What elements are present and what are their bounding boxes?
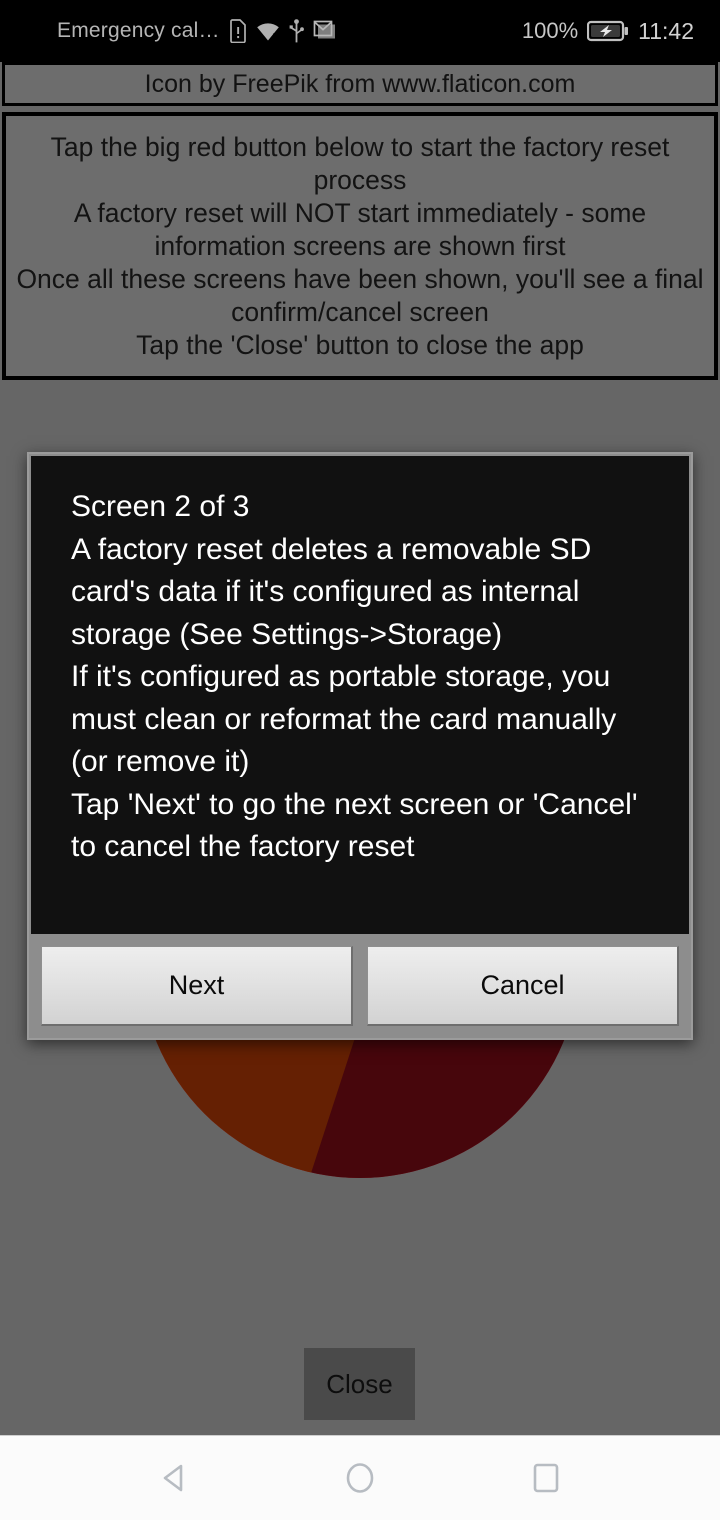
instruction-line: Tap the 'Close' button to close the app — [136, 329, 584, 360]
instruction-panel: Tap the big red button below to start th… — [2, 112, 718, 380]
status-bar: Emergency cal… 100% 11:42 — [0, 0, 720, 62]
sim-alert-icon — [229, 19, 246, 43]
status-bar-left: Emergency cal… — [57, 19, 337, 43]
dialog-message-line: Tap 'Next' to go the next screen or 'Can… — [71, 787, 638, 864]
usb-icon — [289, 19, 304, 43]
dialog-button-bar: Next Cancel — [29, 934, 691, 1038]
dialog-message-body: Screen 2 of 3 A factory reset deletes a … — [31, 456, 689, 934]
recents-icon[interactable] — [508, 1440, 584, 1516]
home-icon[interactable] — [322, 1440, 398, 1516]
close-button-label: Close — [326, 1368, 393, 1399]
gmail-icon — [313, 20, 335, 39]
back-icon[interactable] — [136, 1440, 212, 1516]
close-button[interactable]: Close — [304, 1348, 415, 1420]
wifi-icon — [256, 22, 279, 40]
dialog-message-line: If it's configured as portable storage, … — [71, 660, 617, 778]
next-button-label: Next — [168, 970, 225, 1000]
phone-screen: Emergency cal… 100% 11:42 Icon by FreePi… — [0, 0, 720, 1520]
battery-charging-icon — [587, 20, 629, 42]
battery-percent-label: 100% — [521, 18, 579, 43]
attribution-label: Icon by FreePik from www.flaticon.com — [144, 69, 576, 98]
instruction-line: Tap the big red button below to start th… — [50, 131, 670, 195]
clock-label: 11:42 — [638, 17, 694, 44]
instruction-line: Once all these screens have been shown, … — [16, 263, 704, 327]
carrier-label: Emergency cal… — [57, 19, 220, 42]
android-nav-bar — [0, 1435, 720, 1520]
dialog-message-line: A factory reset deletes a removable SD c… — [71, 532, 592, 651]
status-bar-right: 100% 11:42 — [522, 18, 694, 45]
instruction-line: A factory reset will NOT start immediate… — [73, 197, 647, 261]
attribution-banner: Icon by FreePik from www.flaticon.com — [2, 62, 718, 106]
cancel-button[interactable]: Cancel — [367, 946, 679, 1026]
next-button[interactable]: Next — [41, 946, 353, 1026]
dialog-screen-counter: Screen 2 of 3 — [71, 490, 250, 523]
cancel-button-label: Cancel — [480, 970, 565, 1000]
info-dialog: Screen 2 of 3 A factory reset deletes a … — [27, 452, 693, 1040]
